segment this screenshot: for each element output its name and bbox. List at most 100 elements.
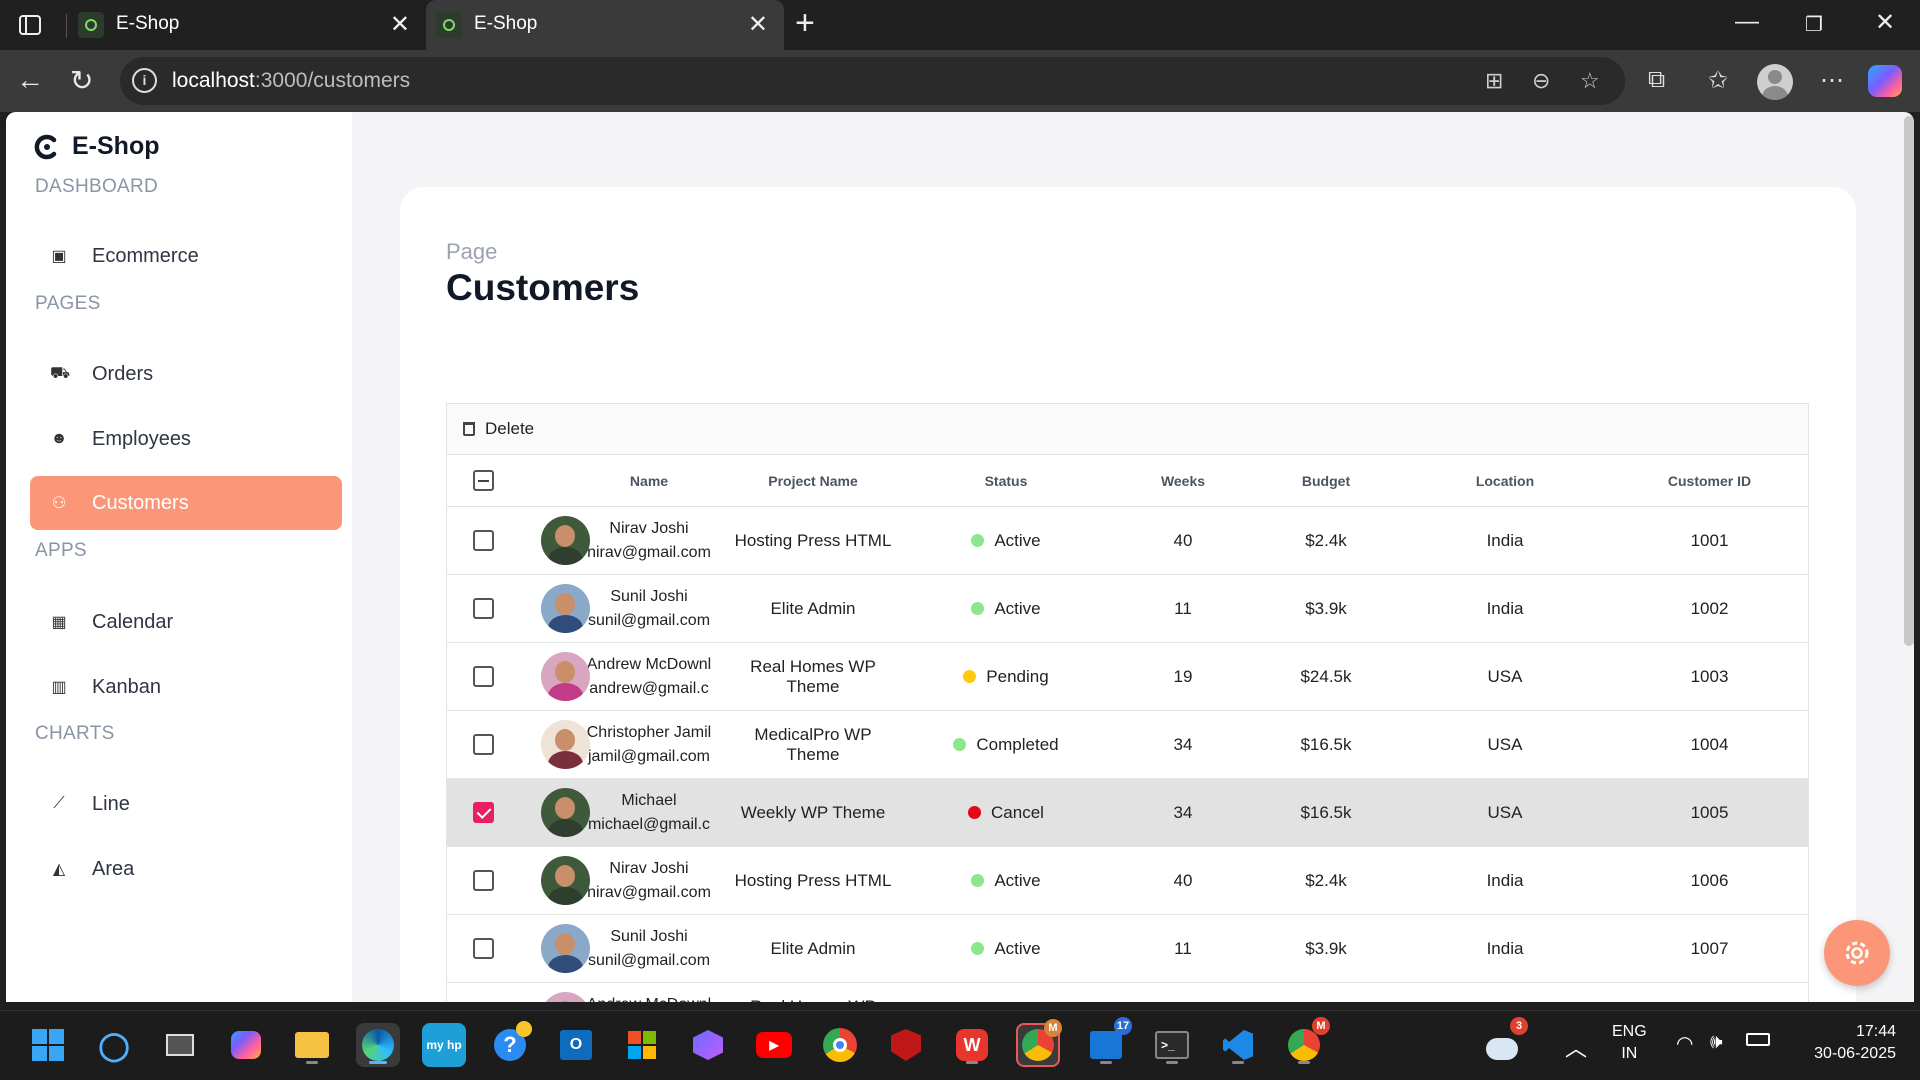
header-weeks[interactable]: Weeks	[1115, 473, 1251, 489]
customer-email: jamil@gmail.com	[587, 747, 711, 765]
refresh-button[interactable]: ↻	[70, 64, 93, 97]
sidebar-item-area[interactable]: ◭ Area	[30, 842, 342, 896]
select-all-checkbox[interactable]	[472, 470, 494, 491]
header-name[interactable]: Name	[569, 473, 729, 489]
table-row[interactable]: Andrew McDownlandrew@gmail.cReal Homes W…	[447, 643, 1808, 711]
status-text: Pending	[986, 666, 1049, 686]
url-box[interactable]: i localhost:3000/customers ⊞ ⊖ ☆	[120, 57, 1625, 105]
myhp-icon[interactable]: my hp	[422, 1023, 466, 1067]
extensions-icon[interactable]: ⧉	[1648, 66, 1665, 94]
browser-tab-1[interactable]: E-Shop ✕	[68, 0, 426, 50]
profile-avatar[interactable]	[1757, 64, 1793, 100]
volume-icon[interactable]: 🕪	[1710, 1031, 1723, 1054]
row-checkbox[interactable]	[472, 598, 494, 619]
table-row[interactable]: Christopher Jamil jamil@gmail.com MedicalP…	[447, 711, 1808, 779]
header-budget[interactable]: Budget	[1251, 473, 1401, 489]
teams-icon[interactable]: 17	[1084, 1017, 1132, 1067]
mcafee-icon[interactable]	[884, 1023, 928, 1067]
chrome-profile-2-icon[interactable]: M	[1282, 1017, 1330, 1067]
sidebar-item-customers[interactable]: ⚇ Customers	[30, 476, 342, 530]
youtube-icon[interactable]: ▶	[752, 1023, 796, 1067]
main-content: Page Customers Delete Name Project Name …	[352, 112, 1914, 1002]
section-pages: PAGES	[35, 293, 101, 314]
customer-email: sunil@gmail.com	[587, 611, 711, 629]
delete-button[interactable]: Delete	[463, 419, 534, 439]
close-tab-icon[interactable]: ✕	[390, 10, 410, 39]
settings-button[interactable]	[1824, 920, 1890, 986]
weather-icon[interactable]: 3	[1480, 1017, 1528, 1067]
status-dot	[971, 534, 985, 547]
row-checkbox[interactable]	[472, 734, 494, 755]
table-row[interactable]: Andrew McDownlandrew@gmail.cReal Homes W…	[447, 983, 1808, 1002]
gear-icon	[1845, 941, 1869, 965]
wifi-icon[interactable]: ◠	[1676, 1031, 1693, 1056]
restore-button[interactable]: ❐	[1805, 12, 1823, 37]
customer-id-cell: 1003	[1690, 666, 1729, 686]
sidebar-item-calendar[interactable]: ▦ Calendar	[30, 595, 342, 649]
table-row[interactable]: Sunil Joshi sunil@gmail.com Elite Admin Act…	[447, 575, 1808, 643]
sidebar-item-kanban[interactable]: ▥ Kanban	[30, 660, 342, 714]
outlook-icon[interactable]: O	[554, 1023, 598, 1067]
back-button[interactable]: ←	[16, 64, 44, 96]
row-checkbox[interactable]	[472, 870, 494, 891]
wps-office-icon[interactable]: W	[950, 1023, 994, 1067]
brand-logo-icon	[34, 134, 57, 159]
sidebar-item-line[interactable]: ⟋ Line	[30, 777, 342, 831]
url-text[interactable]: localhost:3000/customers	[172, 69, 410, 93]
sidebar-item-orders[interactable]: ⛟ Orders	[30, 347, 342, 401]
browser-tab-2[interactable]: E-Shop ✕	[426, 0, 784, 50]
copilot-icon[interactable]	[1868, 65, 1902, 97]
copilot-app-icon[interactable]	[224, 1023, 268, 1067]
chrome-profile-icon[interactable]: M	[1016, 1019, 1062, 1067]
chrome-icon[interactable]	[818, 1023, 862, 1067]
page-scrollbar[interactable]	[1904, 116, 1914, 646]
row-checkbox[interactable]	[472, 530, 494, 551]
row-checkbox[interactable]	[472, 938, 494, 959]
battery-icon[interactable]	[1746, 1033, 1770, 1046]
more-menu-icon[interactable]: ⋯	[1820, 66, 1844, 95]
store-icon[interactable]	[620, 1023, 664, 1067]
language-indicator[interactable]: ENG IN	[1612, 1023, 1647, 1063]
site-info-icon[interactable]: i	[132, 68, 157, 93]
edge-icon[interactable]	[356, 1023, 400, 1067]
new-tab-button[interactable]: +	[795, 4, 815, 43]
header-customer-id[interactable]: Customer ID	[1609, 473, 1810, 489]
file-explorer-icon[interactable]	[290, 1023, 334, 1067]
project-cell: Elite Admin	[770, 598, 856, 618]
sidebar-item-employees[interactable]: ☻ Employees	[30, 412, 342, 466]
table-row[interactable]: Nirav Joshi nirav@gmail.com Hosting Press …	[447, 847, 1808, 915]
table-row[interactable]: Nirav Joshi nirav@gmail.com Hosting Press …	[447, 507, 1808, 575]
customers-icon: ⚇	[51, 495, 67, 512]
name-cell: Christopher Jamil jamil@gmail.com	[569, 721, 729, 769]
tab-actions-icon[interactable]	[14, 10, 46, 40]
location-cell: India	[1486, 530, 1524, 550]
header-location[interactable]: Location	[1401, 473, 1609, 489]
row-checkbox[interactable]	[472, 802, 494, 823]
hexagon-app-icon[interactable]	[686, 1023, 730, 1067]
row-checkbox[interactable]	[472, 666, 494, 687]
header-project-name[interactable]: Project Name	[729, 473, 897, 489]
brand[interactable]: E-Shop	[34, 132, 160, 161]
status-text: Active	[994, 870, 1041, 890]
close-tab-icon[interactable]: ✕	[748, 10, 768, 39]
header-status[interactable]: Status	[897, 473, 1115, 489]
customer-name: Michael	[621, 791, 677, 809]
task-view-icon[interactable]	[158, 1023, 202, 1067]
favorites-icon[interactable]: ✩	[1708, 66, 1728, 95]
app-available-icon[interactable]: ⊞	[1485, 68, 1503, 94]
search-icon[interactable]: ◯	[92, 1023, 136, 1067]
clock[interactable]: 17:44 30-06-2025	[1796, 1023, 1896, 1063]
close-window-button[interactable]: ✕	[1875, 8, 1895, 37]
show-hidden-icons[interactable]: ︿	[1565, 1031, 1587, 1063]
zoom-icon[interactable]: ⊖	[1532, 68, 1550, 94]
minimize-button[interactable]: —	[1735, 8, 1759, 36]
table-row[interactable]: Sunil Joshi sunil@gmail.com Elite Admin Act…	[447, 915, 1808, 983]
vscode-icon[interactable]	[1216, 1023, 1260, 1067]
sidebar-item-ecommerce[interactable]: ▣ Ecommerce	[30, 229, 342, 283]
terminal-icon[interactable]: >_	[1150, 1023, 1194, 1067]
start-icon[interactable]	[26, 1023, 70, 1067]
favorite-star-icon[interactable]: ☆	[1580, 68, 1600, 94]
help-icon[interactable]: ?	[488, 1021, 532, 1067]
customer-email: nirav@gmail.com	[587, 543, 711, 561]
table-row[interactable]: Michael michael@gmail.c Weekly WP Theme Can…	[447, 779, 1808, 847]
